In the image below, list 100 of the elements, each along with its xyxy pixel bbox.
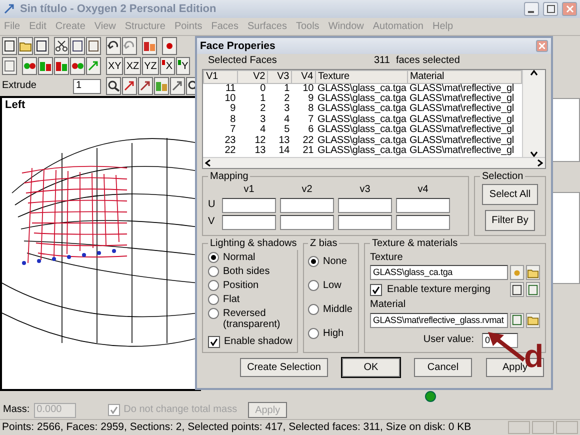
list-button[interactable] xyxy=(510,312,524,328)
new-file-button[interactable] xyxy=(2,37,17,55)
radio-button[interactable] xyxy=(208,266,219,276)
copy-button[interactable] xyxy=(70,37,85,55)
selected-faces-label: Selected Faces xyxy=(208,55,278,66)
group-title: Selection xyxy=(481,170,524,182)
table-cell-text: GLASS\mat\reflective_gl xyxy=(408,104,515,114)
undo-icon xyxy=(107,40,120,52)
radio-button[interactable] xyxy=(308,328,319,339)
table-cell-text: 8 xyxy=(307,104,314,114)
input-field[interactable] xyxy=(396,198,450,212)
material-field[interactable]: GLASS\mat\reflective_glass.rvmat xyxy=(370,312,508,328)
table-cell: 10 xyxy=(292,83,316,94)
input-field[interactable] xyxy=(396,214,450,230)
table-cell-text: GLASS\mat\reflective_gl xyxy=(408,114,515,125)
file-icon xyxy=(3,40,16,52)
vertical-scrollbar[interactable] xyxy=(522,70,545,156)
dialog-button[interactable]: Create Selection xyxy=(240,358,328,376)
horizontal-scrollbar[interactable] xyxy=(203,156,545,168)
paste-button[interactable] xyxy=(86,37,101,55)
texture-tool-button[interactable] xyxy=(154,77,169,95)
column-label: v1 xyxy=(242,184,256,196)
input-field[interactable] xyxy=(222,214,276,230)
view-button[interactable]: YZ xyxy=(142,57,159,75)
column-header[interactable]: Material xyxy=(408,70,522,83)
tool-button[interactable] xyxy=(142,37,157,55)
folder-icon xyxy=(19,40,32,52)
import-button[interactable] xyxy=(510,282,524,297)
list-button[interactable] xyxy=(526,282,540,297)
save-button[interactable] xyxy=(34,37,49,55)
selection-button[interactable]: Filter By xyxy=(484,210,536,231)
view-button[interactable]: Y xyxy=(176,57,190,75)
view-button[interactable]: X xyxy=(160,57,175,75)
undo-button[interactable] xyxy=(106,37,121,55)
redo-button[interactable] xyxy=(122,37,137,55)
option-label: Position xyxy=(223,280,260,290)
extrude-spinner[interactable]: 1 xyxy=(73,78,101,94)
maximize-icon xyxy=(546,5,554,13)
column-header[interactable]: V3 xyxy=(268,70,292,83)
checkbox[interactable] xyxy=(208,336,220,348)
points-button[interactable] xyxy=(22,57,37,75)
table-cell-text: 9 xyxy=(307,94,314,104)
minimize-button[interactable] xyxy=(524,2,539,16)
layer-button[interactable] xyxy=(2,57,17,75)
table-cell-text: GLASS\glass_ca.tga xyxy=(316,136,408,146)
select-button[interactable] xyxy=(54,57,69,75)
brush-tool-button[interactable] xyxy=(138,77,153,95)
magnifier-icon xyxy=(107,80,120,92)
selection-button[interactable]: Select All xyxy=(482,184,538,205)
pen-tool-button[interactable] xyxy=(170,77,185,95)
open-button[interactable] xyxy=(18,37,33,55)
column-header[interactable]: V1 xyxy=(204,70,238,83)
table-cell: GLASS\glass_ca.tga xyxy=(316,83,408,94)
table-cell-text: 1 xyxy=(259,94,266,104)
table-cell-text: 6 xyxy=(307,125,314,136)
table-cell-text: 8 xyxy=(229,114,236,125)
record-button[interactable] xyxy=(162,37,177,55)
maximize-button[interactable] xyxy=(543,2,558,16)
table-cell-text: GLASS\glass_ca.tga xyxy=(316,146,408,156)
window-title: Sin título - Oxygen 2 Personal Edition xyxy=(20,2,218,16)
radio-button[interactable] xyxy=(208,294,219,304)
radio-button[interactable] xyxy=(208,252,219,262)
table-cell-text: 22 xyxy=(302,136,314,146)
input-field[interactable] xyxy=(280,214,334,230)
column-header[interactable]: V4 xyxy=(292,70,316,83)
dialog-title: Face Properies xyxy=(200,40,276,52)
column-header[interactable]: V2 xyxy=(238,70,268,83)
viewport-label: Left xyxy=(4,98,26,113)
option-label: None xyxy=(323,256,347,268)
dialog-button[interactable]: OK xyxy=(342,358,400,376)
column-header[interactable]: Texture xyxy=(316,70,408,83)
input-field[interactable] xyxy=(338,198,392,212)
radio-button[interactable] xyxy=(208,308,219,318)
transform-button[interactable] xyxy=(86,57,101,75)
checkbox[interactable] xyxy=(370,284,382,296)
status-light-icon xyxy=(425,390,436,402)
faces-button[interactable] xyxy=(38,57,53,75)
table-cell: 1 xyxy=(268,83,292,94)
input-field[interactable] xyxy=(280,198,334,212)
cut-button[interactable] xyxy=(54,37,69,55)
texture-field[interactable]: GLASS\glass_ca.tga xyxy=(370,265,508,280)
radio-button[interactable] xyxy=(208,280,219,290)
radio-button[interactable] xyxy=(308,280,319,291)
open-button[interactable] xyxy=(526,265,540,280)
input-field[interactable] xyxy=(222,198,276,212)
select-tool-button[interactable] xyxy=(122,77,137,95)
input-field[interactable] xyxy=(338,214,392,230)
table-cell-text: 22 xyxy=(224,146,236,156)
objects-button[interactable] xyxy=(70,57,85,75)
option-label: High xyxy=(323,328,344,340)
radio-button[interactable] xyxy=(308,256,319,267)
dialog-button[interactable]: Cancel xyxy=(414,358,472,376)
view-button[interactable]: XY xyxy=(106,57,124,75)
open-button[interactable] xyxy=(526,312,540,328)
view-button[interactable]: XZ xyxy=(124,57,142,75)
field-label: User value: xyxy=(423,334,474,346)
redo-icon xyxy=(123,40,136,52)
table-cell-text: GLASS\glass_ca.tga xyxy=(316,104,408,114)
radio-button[interactable] xyxy=(308,304,319,315)
zoom-tool-button[interactable] xyxy=(106,77,121,95)
